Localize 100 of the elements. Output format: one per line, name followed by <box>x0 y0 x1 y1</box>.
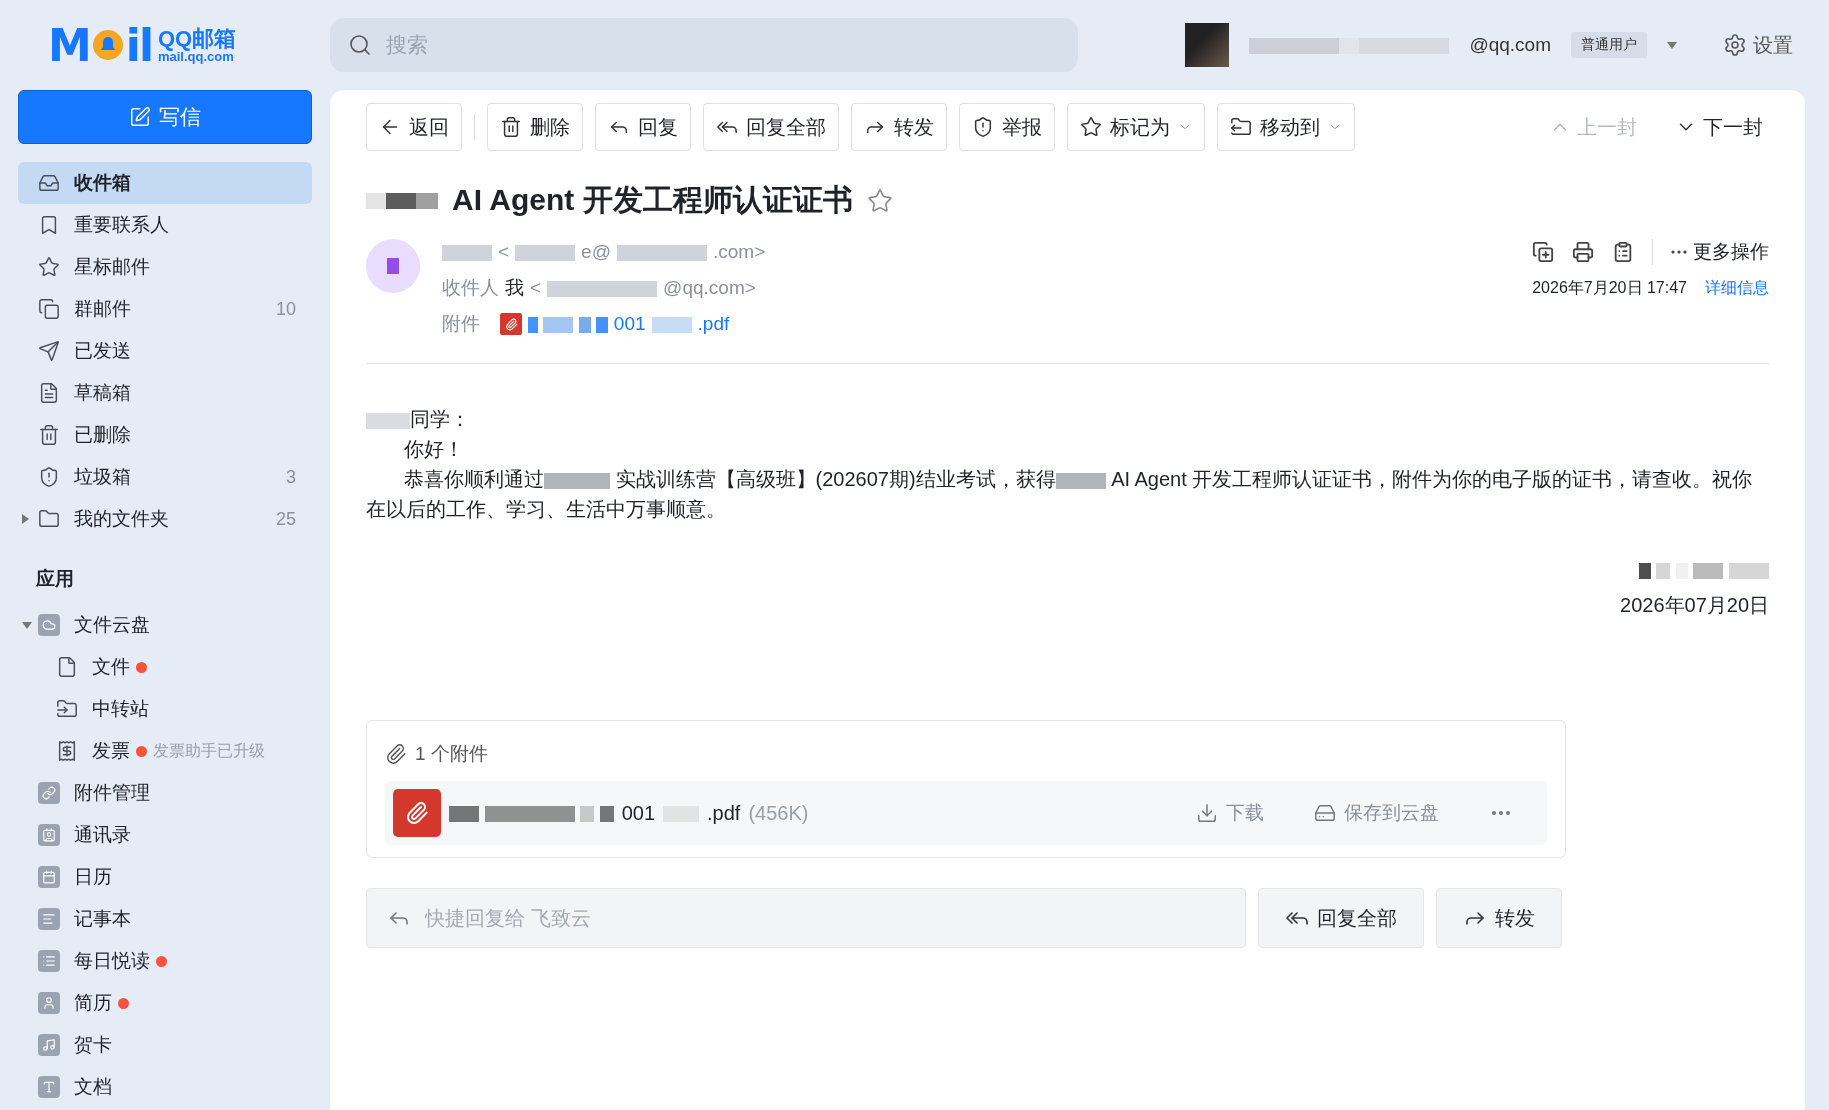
app-item[interactable]: 日历 <box>18 856 312 898</box>
inbox-icon <box>38 172 60 194</box>
signature-date: 2026年07月20日 <box>1620 593 1769 618</box>
recipient-email: < <box>530 277 542 299</box>
folder-item[interactable]: 星标邮件 <box>18 246 312 288</box>
app-item[interactable]: 附件管理 <box>18 772 312 814</box>
search-icon <box>348 33 372 57</box>
toolbar-button[interactable]: 删除 <box>487 103 583 151</box>
app-item[interactable]: 通讯录 <box>18 814 312 856</box>
details-link[interactable]: 详细信息 <box>1705 277 1769 299</box>
app-item[interactable]: 文件云盘 <box>18 604 312 646</box>
nav-button[interactable]: 下一封 <box>1669 112 1769 142</box>
section-title: 应用 <box>35 567 75 591</box>
document-icon <box>38 382 60 404</box>
toolbar-button[interactable]: 移动到 <box>1217 103 1355 151</box>
shield-icon <box>972 116 994 138</box>
attachment-size: (456K) <box>748 801 809 825</box>
toolbar-button[interactable]: 回复 <box>595 103 691 151</box>
folder-count: 10 <box>275 298 296 320</box>
attachment-link[interactable]: 001 <box>613 313 646 335</box>
body-paragraph: 恭喜你顺利通过 实战训练营【高级班】(202607期)结业考试，获得 AI Agent 开发工程师认证证书，附件为你的电子版的证书，请查收。祝你在以后的工作、学习、生活中万事顺意。 <box>366 467 1754 522</box>
folder-item[interactable]: 垃圾箱 3 <box>18 456 312 498</box>
toolbar-button[interactable]: 标记为 <box>1067 103 1205 151</box>
ellipsis-icon <box>1671 250 1687 254</box>
print-icon[interactable] <box>1572 241 1594 263</box>
avatar[interactable] <box>1185 23 1230 67</box>
settings-button[interactable]: 设置 <box>1717 30 1799 60</box>
folder-icon <box>38 508 60 530</box>
app-item[interactable]: 每日悦读 <box>18 940 312 982</box>
app-note: 发票助手已升级 <box>153 740 265 761</box>
file-icon <box>56 656 78 678</box>
recipient-label: 收件人 <box>442 276 499 300</box>
attachment-name: .pdf <box>707 801 741 825</box>
notepad-icon <box>38 908 60 930</box>
contact-card-icon <box>38 824 60 846</box>
attachments-title: 1 个附件 <box>415 742 488 766</box>
recipient-email: @qq.com> <box>663 277 756 299</box>
star-icon <box>1080 116 1102 138</box>
paper-plane-icon <box>38 340 60 362</box>
folder-count: 3 <box>286 466 296 488</box>
toolbar-button[interactable]: 回复全部 <box>703 103 839 151</box>
caret-icon[interactable] <box>22 514 29 524</box>
email-date: 2026年7月20日 17:47 <box>1532 277 1687 298</box>
folder-count: 25 <box>275 508 296 530</box>
user-tier: 普通用户 <box>1571 32 1647 58</box>
music-note-icon <box>38 1034 60 1056</box>
app-item[interactable]: 贺卡 <box>18 1024 312 1066</box>
pixelated-block <box>366 191 438 210</box>
compose-button[interactable]: 写信 <box>18 90 312 144</box>
star-button[interactable] <box>866 187 893 214</box>
attachment-name: 001 <box>621 801 656 825</box>
sender-email: .com> <box>712 241 766 263</box>
popout-icon[interactable] <box>1532 241 1554 263</box>
toolbar-button[interactable]: 举报 <box>959 103 1055 151</box>
quick-reply-button[interactable]: 转发 <box>1436 888 1562 948</box>
receipt-icon <box>56 740 78 762</box>
drive-icon <box>1314 802 1336 824</box>
attachment-link[interactable]: .pdf <box>697 313 730 335</box>
user-email: @qq.com <box>1469 34 1551 56</box>
app-item[interactable]: 中转站 <box>18 688 312 730</box>
quick-reply-button[interactable]: 回复全部 <box>1258 888 1424 948</box>
greeting-text: 你好！ <box>404 438 464 460</box>
app-item[interactable]: 记事本 <box>18 898 312 940</box>
calendar-icon <box>38 866 60 888</box>
notes-icon[interactable] <box>1612 241 1634 263</box>
app-item[interactable]: 文件 <box>18 646 312 688</box>
folder-item[interactable]: 草稿箱 <box>18 372 312 414</box>
folder-item[interactable]: 已删除 <box>18 414 312 456</box>
folder-item[interactable]: 群邮件 10 <box>18 288 312 330</box>
folder-item[interactable]: 已发送 <box>18 330 312 372</box>
toolbar-button[interactable]: 转发 <box>851 103 947 151</box>
sender-email: < <box>498 241 510 263</box>
attachment-label: 附件 <box>442 312 480 336</box>
list-icon <box>38 950 60 972</box>
toolbar-button[interactable]: 返回 <box>366 103 462 151</box>
attachment-row[interactable]: 001 .pdf (456K) 下载 保存到云盘 <box>385 781 1547 845</box>
trash-icon <box>38 424 60 446</box>
email-subject: AI Agent 开发工程师认证证书 <box>452 182 853 218</box>
letter-icon <box>38 1076 60 1098</box>
download-icon <box>1196 802 1218 824</box>
app-item[interactable]: 发票 发票助手已升级 <box>18 730 312 772</box>
folder-item[interactable]: 重要联系人 <box>18 204 312 246</box>
pen-icon <box>129 106 151 128</box>
folder-item[interactable]: 收件箱 <box>18 162 312 204</box>
folder-icon <box>56 698 78 720</box>
app-item[interactable]: 简历 <box>18 982 312 1024</box>
link-icon <box>38 782 60 804</box>
greeting-text: 同学： <box>410 408 470 430</box>
folder-item[interactable]: 我的文件夹 25 <box>18 498 312 540</box>
gear-icon <box>1723 33 1747 57</box>
recipient-name: 我 <box>505 276 524 300</box>
paperclip-icon <box>385 743 407 765</box>
overlapping-squares-icon <box>38 298 60 320</box>
app-item[interactable]: 文档 <box>18 1066 312 1108</box>
cloud-icon <box>38 614 60 636</box>
folder-icon <box>1230 116 1252 138</box>
sender-email: e@ <box>581 241 611 263</box>
sender-avatar <box>366 239 420 293</box>
more-actions-button[interactable]: 更多操作 <box>1671 239 1769 265</box>
caret-icon[interactable] <box>1667 41 1677 49</box>
